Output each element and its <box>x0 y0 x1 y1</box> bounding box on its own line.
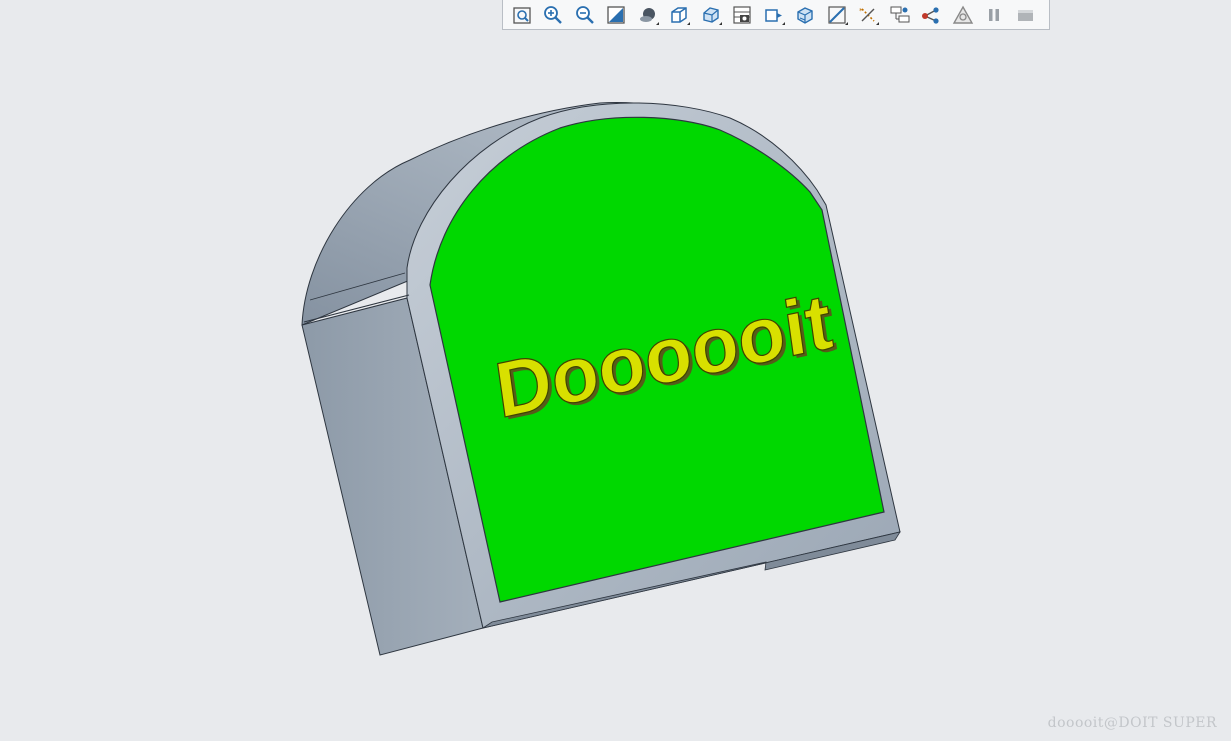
toolbar-button-view-manager[interactable] <box>695 2 727 28</box>
toolbar-button-section-view[interactable] <box>758 2 790 28</box>
toolbar-button-network[interactable] <box>916 2 948 28</box>
toolbar-button-annotation-display[interactable]: * <box>853 2 885 28</box>
graphics-viewport[interactable]: Doooooit Doooooit <box>0 0 1231 736</box>
toolbar-button-saved-orientations[interactable] <box>664 2 696 28</box>
toolbar-button-shaded-model[interactable] <box>790 2 822 28</box>
menu-indicator <box>655 21 659 25</box>
zoom-in-icon <box>542 4 564 26</box>
toolbar-button-repaint[interactable] <box>601 2 633 28</box>
svg-text:*: * <box>859 7 863 15</box>
toolbar-button-refit[interactable] <box>506 2 538 28</box>
3d-model[interactable]: Doooooit Doooooit <box>0 0 1231 736</box>
menu-indicator <box>718 21 722 25</box>
refit-icon <box>511 4 533 26</box>
perspective-view-icon <box>731 4 753 26</box>
toolbar-button-warning-triangle[interactable] <box>947 2 979 28</box>
toolbar-button-model-tree[interactable] <box>884 2 916 28</box>
warning-triangle-icon <box>952 4 974 26</box>
toolbar-button-display-style[interactable] <box>632 2 664 28</box>
zoom-out-icon <box>574 4 596 26</box>
menu-indicator <box>781 21 785 25</box>
graphics-toolbar: * <box>502 0 1050 30</box>
stop-icon <box>1015 4 1037 26</box>
network-icon <box>920 4 942 26</box>
menu-indicator <box>844 21 848 25</box>
toolbar-button-datum-display[interactable] <box>821 2 853 28</box>
toolbar-button-pause[interactable] <box>979 2 1011 28</box>
toolbar-button-stop[interactable] <box>1010 2 1042 28</box>
model-tree-icon <box>889 4 911 26</box>
toolbar-button-zoom-out[interactable] <box>569 2 601 28</box>
toolbar-button-perspective-view[interactable] <box>727 2 759 28</box>
watermark: dooooit@DOIT SUPER <box>1047 715 1217 731</box>
toolbar-button-zoom-in[interactable] <box>538 2 570 28</box>
repaint-icon <box>605 4 627 26</box>
pause-icon <box>983 4 1005 26</box>
shaded-model-icon <box>794 4 816 26</box>
menu-indicator <box>876 21 879 25</box>
menu-indicator <box>687 21 690 25</box>
